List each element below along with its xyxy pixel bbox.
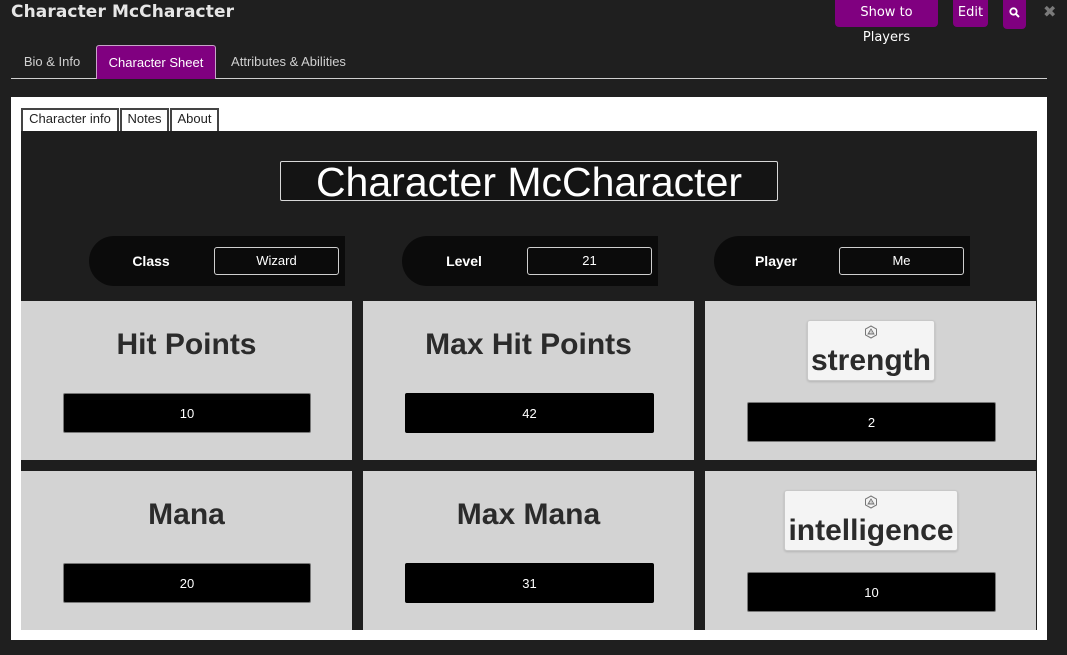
level-field-group: Level 21 <box>402 236 658 286</box>
class-label: Class <box>132 253 170 269</box>
hit-points-label: Hit Points <box>116 328 257 361</box>
player-label: Player <box>754 253 798 269</box>
tab-attributes-abilities[interactable]: Attributes & Abilities <box>221 45 356 78</box>
d20-icon: 20 <box>865 325 877 339</box>
subtab-notes[interactable]: Notes <box>120 108 169 131</box>
subtab-about[interactable]: About <box>170 108 219 131</box>
show-to-players-button[interactable]: Show to Players <box>835 0 938 45</box>
close-icon[interactable]: ✖ <box>1043 2 1056 21</box>
max-mana-input[interactable]: 31 <box>405 563 654 603</box>
window-title: Character McCharacter <box>11 2 235 22</box>
strength-roll-button[interactable]: 20 strength <box>807 320 935 381</box>
character-name-field[interactable]: Character McCharacter <box>280 161 778 203</box>
max-hit-points-input[interactable]: 42 <box>405 393 654 433</box>
max-mana-label: Max Mana <box>456 498 601 531</box>
strength-cell: 20 strength 2 <box>705 301 1036 460</box>
tab-bio-info[interactable]: Bio & Info <box>11 45 93 78</box>
intelligence-input[interactable]: 10 <box>747 572 996 612</box>
player-input[interactable]: Me <box>839 247 964 275</box>
subtab-character-info[interactable]: Character info <box>21 108 119 131</box>
intelligence-roll-button[interactable]: 20 intelligence <box>784 490 958 551</box>
tab-bar: Bio & Info Character Sheet Attributes & … <box>11 45 1047 79</box>
intelligence-label: intelligence <box>788 514 954 547</box>
character-header: Character McCharacter Class Wizard Level… <box>21 131 1037 301</box>
intelligence-cell: 20 intelligence 10 <box>705 471 1036 630</box>
class-input[interactable]: Wizard <box>214 247 339 275</box>
mana-label: Mana <box>148 498 225 531</box>
max-mana-cell: Max Mana 31 <box>363 471 694 630</box>
level-label: Level <box>446 253 482 269</box>
svg-text:20: 20 <box>869 501 874 505</box>
hit-points-cell: Hit Points 10 <box>21 301 352 460</box>
search-icon <box>1009 7 1020 18</box>
character-sheet-panel: Character info Notes About Character McC… <box>11 97 1047 640</box>
player-field-group: Player Me <box>714 236 970 286</box>
level-input[interactable]: 21 <box>527 247 652 275</box>
mana-cell: Mana 20 <box>21 471 352 630</box>
tab-character-sheet[interactable]: Character Sheet <box>96 45 216 79</box>
search-button[interactable] <box>1003 0 1026 29</box>
max-hit-points-cell: Max Hit Points 42 <box>363 301 694 460</box>
strength-input[interactable]: 2 <box>747 402 996 442</box>
d20-icon: 20 <box>865 495 877 509</box>
svg-text:20: 20 <box>869 331 874 335</box>
mana-input[interactable]: 20 <box>63 563 311 603</box>
class-field-group: Class Wizard <box>89 236 345 286</box>
stats-grid: Hit Points 10 Max Hit Points 42 20 stren… <box>21 301 1037 630</box>
strength-label: strength <box>811 344 931 377</box>
hit-points-input[interactable]: 10 <box>63 393 311 433</box>
edit-button[interactable]: Edit <box>953 0 988 27</box>
max-hit-points-label: Max Hit Points <box>425 328 632 361</box>
